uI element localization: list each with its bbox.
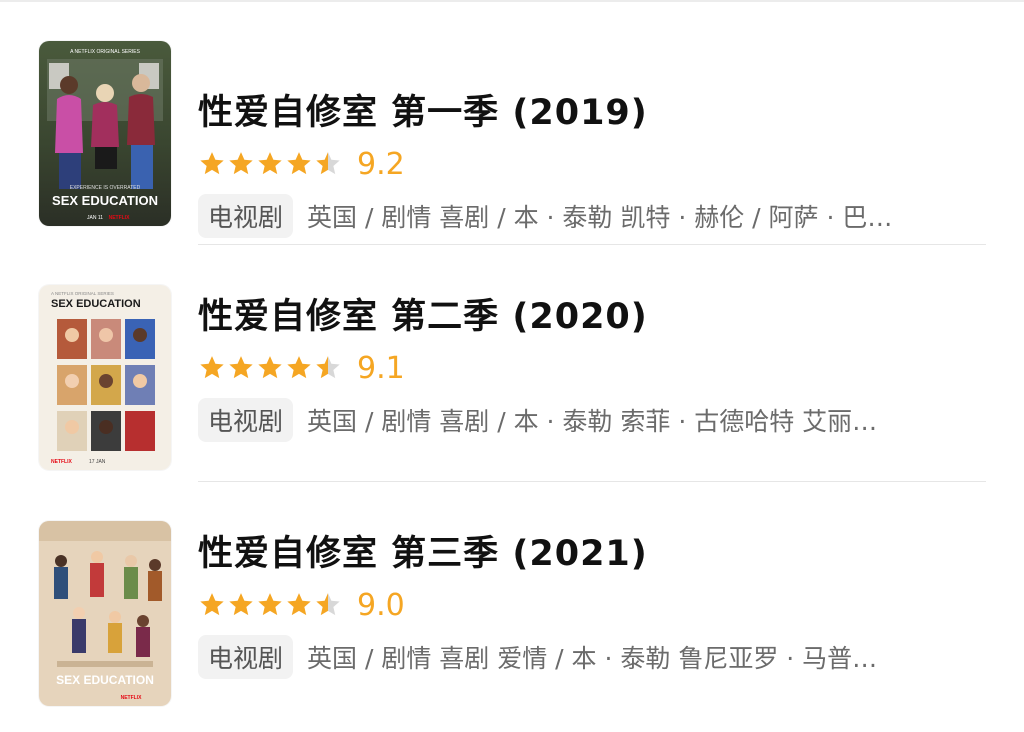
poster-brand: NETFLIX: [121, 695, 142, 701]
star-full-icon: [258, 152, 282, 175]
type-tag: 电视剧: [198, 635, 294, 679]
poster-top-text: A NETFLIX ORIGINAL SERIES: [51, 291, 114, 296]
meta-row: 电视剧 英国 / 剧情 喜剧 爱情 / 本 · 泰勒 鲁尼亚罗 · 马普…: [198, 635, 988, 679]
poster-top-text: A NETFLIX ORIGINAL SERIES: [70, 49, 140, 55]
star-full-icon: [258, 356, 282, 379]
meta-row: 电视剧 英国 / 剧情 喜剧 / 本 · 泰勒 凯特 · 赫伦 / 阿萨 · 巴…: [198, 194, 988, 238]
poster-season-2[interactable]: A NETFLIX ORIGINAL SERIES SEX EDUCATION: [39, 285, 171, 470]
poster-season-1[interactable]: A NETFLIX ORIGINAL SERIES EXPERIENCE IS …: [39, 41, 171, 226]
type-tag: 电视剧: [198, 194, 294, 238]
result-item-season-3[interactable]: SEX EDUCATION NETFLIX 性爱自修室 第三季 (2021) 9…: [0, 481, 1024, 706]
poster-tagline: EXPERIENCE IS OVERRATED: [70, 185, 141, 191]
star-full-icon: [200, 356, 224, 379]
poster-date: JAN 11: [87, 215, 103, 221]
poster-image: A NETFLIX ORIGINAL SERIES EXPERIENCE IS …: [39, 41, 171, 226]
star-half-icon: [316, 152, 340, 175]
star-half-icon: [316, 356, 340, 379]
meta-text: 英国 / 剧情 喜剧 爱情 / 本 · 泰勒 鲁尼亚罗 · 马普…: [307, 644, 878, 673]
star-rating: [198, 591, 343, 619]
poster-logo: SEX EDUCATION: [51, 298, 141, 310]
result-item-season-1[interactable]: A NETFLIX ORIGINAL SERIES EXPERIENCE IS …: [0, 40, 1024, 238]
star-full-icon: [258, 593, 282, 616]
type-tag: 电视剧: [198, 398, 294, 442]
result-title[interactable]: 性爱自修室 第三季 (2021): [198, 525, 648, 576]
result-title[interactable]: 性爱自修室 第一季 (2019): [198, 84, 648, 135]
result-item-season-2[interactable]: A NETFLIX ORIGINAL SERIES SEX EDUCATION: [0, 244, 1024, 470]
poster-image: A NETFLIX ORIGINAL SERIES SEX EDUCATION: [39, 285, 171, 470]
poster-brand: NETFLIX: [109, 215, 130, 221]
poster-season-3[interactable]: SEX EDUCATION NETFLIX: [39, 521, 171, 706]
star-full-icon: [229, 152, 253, 175]
star-rating: [198, 354, 343, 382]
poster-date: 17 JAN: [89, 459, 106, 465]
star-full-icon: [200, 152, 224, 175]
meta-text: 英国 / 剧情 喜剧 / 本 · 泰勒 凯特 · 赫伦 / 阿萨 · 巴…: [307, 203, 893, 232]
rating-row: 9.1: [198, 348, 405, 388]
top-divider: [0, 0, 1024, 2]
rating-score: 9.1: [357, 350, 405, 386]
meta-row: 电视剧 英国 / 剧情 喜剧 / 本 · 泰勒 索菲 · 古德哈特 艾丽…: [198, 398, 988, 442]
star-half-icon: [316, 593, 340, 616]
star-full-icon: [287, 152, 311, 175]
rating-row: 9.2: [198, 144, 405, 184]
star-full-icon: [229, 593, 253, 616]
result-title[interactable]: 性爱自修室 第二季 (2020): [198, 288, 648, 339]
star-full-icon: [287, 593, 311, 616]
poster-logo: SEX EDUCATION: [52, 193, 158, 208]
poster-logo: SEX EDUCATION: [56, 673, 154, 687]
star-full-icon: [200, 593, 224, 616]
rating-score: 9.0: [357, 587, 405, 623]
meta-text: 英国 / 剧情 喜剧 / 本 · 泰勒 索菲 · 古德哈特 艾丽…: [307, 407, 878, 436]
rating-score: 9.2: [357, 146, 405, 182]
poster-image: SEX EDUCATION NETFLIX: [39, 521, 171, 706]
rating-row: 9.0: [198, 585, 405, 625]
star-full-icon: [287, 356, 311, 379]
poster-brand: NETFLIX: [51, 459, 72, 465]
star-full-icon: [229, 356, 253, 379]
star-rating: [198, 150, 343, 178]
